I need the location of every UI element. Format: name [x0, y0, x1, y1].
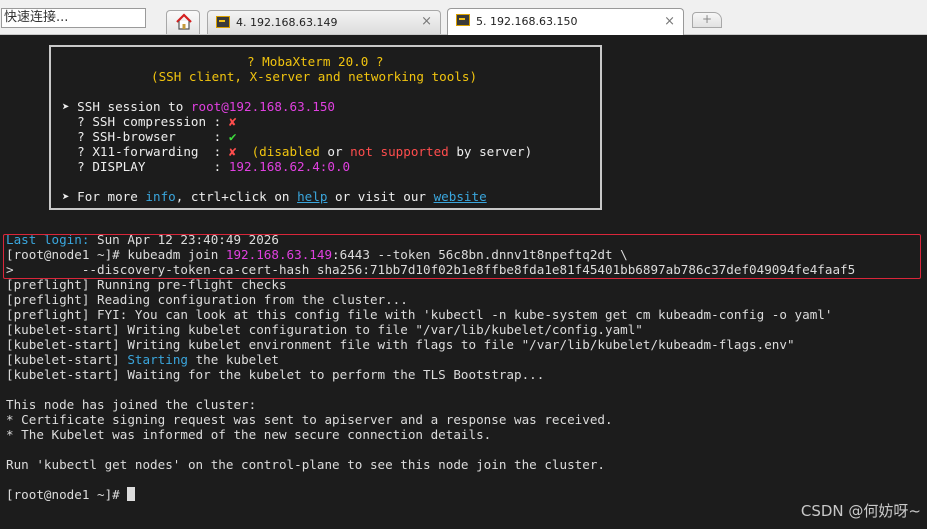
output-line: [preflight] Reading configuration from t…	[6, 292, 408, 307]
highlight-box	[3, 234, 921, 279]
x11-paren: (	[236, 144, 260, 159]
x11-not-supported: not supported	[350, 144, 449, 159]
output-line: Run 'kubectl get nodes' on the control-p…	[6, 457, 605, 472]
ssh-host: @192.168.63.150	[221, 99, 335, 114]
help-link[interactable]: help	[297, 189, 327, 204]
home-tab[interactable]	[166, 10, 200, 34]
watermark: CSDN @何妨呀~	[800, 502, 921, 520]
output-line: [kubelet-start] Writing kubelet configur…	[6, 322, 643, 337]
x11-label: ? X11-forwarding :	[62, 144, 229, 159]
tab-bar: 快速连接... 4. 192.168.63.149 × 5. 192.168.6…	[0, 0, 927, 35]
new-tab-button[interactable]: +	[692, 12, 722, 28]
final-prompt: [root@node1 ~]#	[6, 487, 128, 502]
close-icon[interactable]: ×	[421, 14, 432, 29]
tab-session-5[interactable]: 5. 192.168.63.150 ×	[447, 8, 684, 35]
l6-rest: the kubelet	[188, 352, 279, 367]
browser-label: ? SSH-browser :	[62, 129, 229, 144]
banner-subtitle: (SSH client, X-server and networking too…	[151, 69, 478, 84]
info-link[interactable]: info	[145, 189, 175, 204]
display-line: ? DISPLAY : 192.168.62.4:0.0	[62, 159, 350, 174]
display-value: 192.168.62.4:0.0	[228, 159, 351, 174]
more-prefix: ➤ For more	[62, 189, 146, 204]
more-mid2: or visit our	[327, 189, 434, 204]
x11-tail: by server)	[448, 144, 533, 159]
browser-line: ? SSH-browser : ✔	[62, 129, 236, 144]
website-link[interactable]: website	[434, 189, 487, 204]
home-icon	[176, 13, 192, 30]
quick-connect-input[interactable]: 快速连接...	[1, 8, 146, 28]
final-prompt-line[interactable]: [root@node1 ~]#	[6, 487, 136, 502]
terminal-icon	[216, 16, 230, 28]
display-label: ? DISPLAY :	[62, 159, 229, 174]
x11-or: or	[319, 144, 351, 159]
output-line: [kubelet-start] Waiting for the kubelet …	[6, 367, 545, 382]
text-cursor	[127, 487, 136, 501]
close-icon[interactable]: ×	[664, 14, 675, 29]
compression-line: ? SSH compression : ✘	[62, 114, 236, 129]
compression-status: ✘	[228, 114, 237, 129]
x11-line: ? X11-forwarding : ✘ (disabled or not su…	[62, 144, 532, 159]
more-mid: , ctrl+click on	[175, 189, 298, 204]
terminal-icon	[456, 14, 470, 26]
output-line: [preflight] Running pre-flight checks	[6, 277, 287, 292]
banner-title: ? MobaXterm 20.0 ?	[247, 54, 384, 69]
output-line: [kubelet-start] Writing kubelet environm…	[6, 337, 795, 352]
ssh-user: root	[190, 99, 222, 114]
starting-word: Starting	[127, 352, 188, 367]
ssh-session-line: ➤ SSH session to root@192.168.63.150	[62, 99, 335, 114]
output-line: * Certificate signing request was sent t…	[6, 412, 613, 427]
compression-label: ? SSH compression :	[62, 114, 229, 129]
x11-disabled: disabled	[259, 144, 320, 159]
output-line: * The Kubelet was informed of the new se…	[6, 427, 492, 442]
welcome-banner: ? MobaXterm 20.0 ? (SSH client, X-server…	[49, 45, 602, 210]
tab-session-4[interactable]: 4. 192.168.63.149 ×	[207, 10, 441, 34]
more-info-line: ➤ For more info, ctrl+click on help or v…	[62, 189, 487, 204]
ssh-prefix: ➤ SSH session to	[62, 99, 191, 114]
browser-status: ✔	[228, 129, 237, 144]
tab-label: 5. 192.168.63.150	[476, 15, 578, 28]
output-line: [preflight] FYI: You can look at this co…	[6, 307, 833, 322]
output-line: This node has joined the cluster:	[6, 397, 257, 412]
output-line: [kubelet-start] Starting the kubelet	[6, 352, 279, 367]
tab-label: 4. 192.168.63.149	[236, 16, 338, 29]
l6-prefix: [kubelet-start]	[6, 352, 128, 367]
